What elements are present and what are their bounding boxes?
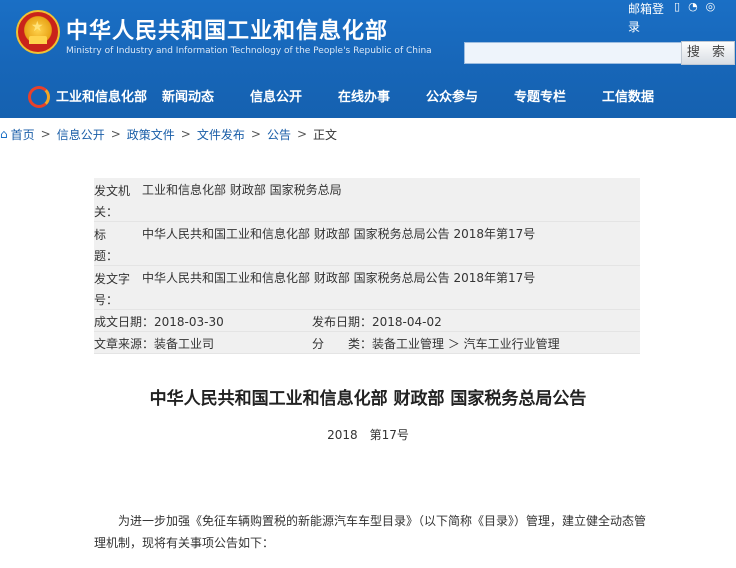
- meta-category: 分 类：装备工业管理 ＞ 汽车工业行业管理: [312, 337, 560, 351]
- nav-item-online-services[interactable]: 在线办事: [320, 88, 408, 108]
- meta-label-docno: 发文字号：: [94, 272, 131, 307]
- breadcrumb-home[interactable]: 首页: [11, 126, 35, 143]
- meta-published-date: 发布日期：2018-04-02: [312, 315, 442, 329]
- nav-item-info-disclosure[interactable]: 信息公开: [232, 88, 320, 108]
- top-icons: ▯ ◔ ◎: [674, 0, 715, 14]
- main-nav: 工业和信息化部 新闻动态 信息公开 在线办事 公众参与 专题专栏 工信数据: [56, 88, 672, 108]
- article-title: 中华人民共和国工业和信息化部 财政部 国家税务总局公告: [149, 389, 587, 409]
- nav-item-ministry[interactable]: 工业和信息化部: [56, 88, 147, 108]
- breadcrumb-separator: >: [110, 127, 121, 141]
- wechat-icon[interactable]: ◎: [706, 0, 716, 14]
- home-icon: ⌂: [0, 127, 8, 141]
- site-header: ★ 中华人民共和国工业和信息化部 Ministry of Industry an…: [0, 0, 736, 118]
- nav-item-special-topics[interactable]: 专题专栏: [496, 88, 584, 108]
- breadcrumb-document-release[interactable]: 文件发布: [197, 126, 245, 143]
- nav-item-public-participation[interactable]: 公众参与: [408, 88, 496, 108]
- breadcrumb: ⌂ 首页 > 信息公开 > 政策文件 > 文件发布 > 公告 > 正文: [0, 124, 337, 144]
- document-meta-table: 发文机关： 工业和信息化部 财政部 国家税务总局 标 题： 中华人民共和国工业和…: [94, 178, 640, 354]
- meta-row-source: 文章来源：装备工业司 分 类：装备工业管理 ＞ 汽车工业行业管理: [94, 332, 640, 354]
- breadcrumb-separator: >: [180, 127, 191, 141]
- nav-item-data[interactable]: 工信数据: [584, 88, 672, 108]
- meta-row-docno: 发文字号： 中华人民共和国工业和信息化部 财政部 国家税务总局公告 2018年第…: [94, 266, 640, 310]
- search-button[interactable]: 搜 索: [681, 41, 735, 65]
- breadcrumb-info-disclosure[interactable]: 信息公开: [57, 126, 105, 143]
- meta-label-issuer: 发文机关：: [94, 184, 131, 219]
- site-title: 中华人民共和国工业和信息化部: [66, 19, 389, 44]
- mobile-icon[interactable]: ▯: [674, 0, 680, 14]
- breadcrumb-announcements[interactable]: 公告: [267, 126, 291, 143]
- meta-row-dates: 成文日期：2018-03-30 发布日期：2018-04-02: [94, 310, 640, 332]
- weibo-icon[interactable]: ◔: [688, 0, 698, 14]
- meta-row-issuer: 发文机关： 工业和信息化部 财政部 国家税务总局: [94, 178, 640, 222]
- meta-value-docno: 中华人民共和国工业和信息化部 财政部 国家税务总局公告 2018年第17号: [142, 271, 536, 285]
- meta-source: 文章来源：装备工业司: [94, 337, 215, 351]
- national-emblem-icon: ★: [16, 10, 60, 54]
- search-input[interactable]: [464, 42, 682, 64]
- site-subtitle: Ministry of Industry and Information Tec…: [66, 46, 432, 56]
- meta-value-issuer: 工业和信息化部 财政部 国家税务总局: [142, 183, 342, 197]
- meta-row-title: 标 题： 中华人民共和国工业和信息化部 财政部 国家税务总局公告 2018年第1…: [94, 222, 640, 266]
- breadcrumb-separator: >: [40, 127, 51, 141]
- breadcrumb-current: 正文: [313, 127, 338, 142]
- meta-value-title: 中华人民共和国工业和信息化部 财政部 国家税务总局公告 2018年第17号: [142, 227, 536, 241]
- document-number: 2018 第17号: [327, 428, 409, 442]
- breadcrumb-policy-documents[interactable]: 政策文件: [127, 126, 175, 143]
- article-paragraph: 为进一步加强《免征车辆购置税的新能源汽车车型目录》（以下简称《目录》）管理，建立…: [94, 514, 647, 550]
- breadcrumb-separator: >: [296, 127, 308, 141]
- meta-created-date: 成文日期：2018-03-30: [94, 315, 224, 329]
- meta-label-title: 标 题：: [94, 228, 131, 263]
- breadcrumb-separator: >: [250, 127, 261, 141]
- mail-login-link[interactable]: 邮箱登录: [628, 0, 668, 36]
- miit-logo-icon: [28, 86, 50, 108]
- nav-item-news[interactable]: 新闻动态: [144, 88, 232, 108]
